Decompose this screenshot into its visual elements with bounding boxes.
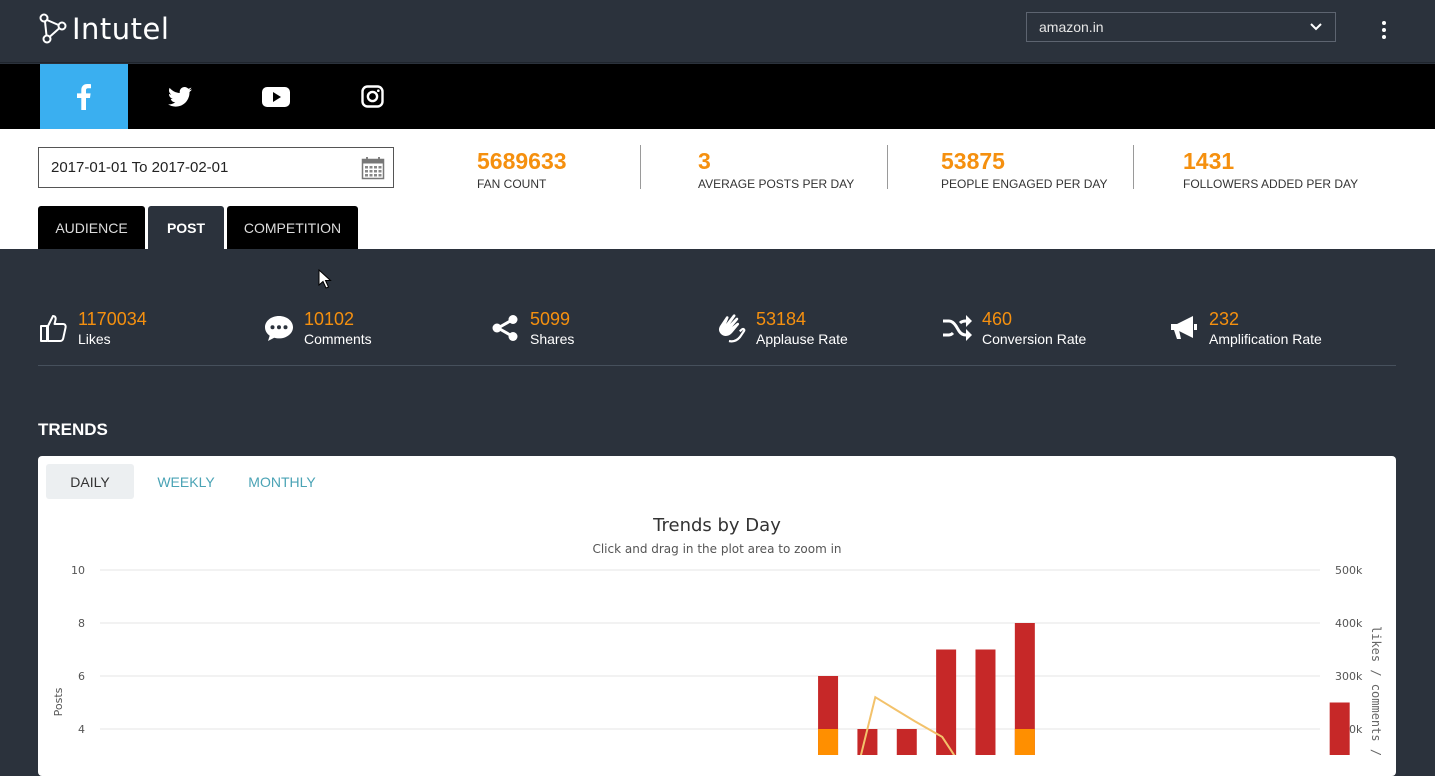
y-axis-tick-label: 10 xyxy=(71,564,85,577)
y2-axis-label: likes / comments / sh xyxy=(1369,626,1383,755)
tab-audience[interactable]: AUDIENCE xyxy=(38,206,145,249)
stat-label: AVERAGE POSTS PER DAY xyxy=(698,177,855,191)
metric-applause-rate: 53184 Applause Rate xyxy=(716,309,848,347)
tab-instagram[interactable] xyxy=(328,64,416,129)
stat-divider xyxy=(640,145,641,189)
y-axis-label: Posts xyxy=(52,687,65,716)
y2-axis-tick-label: 500k xyxy=(1335,564,1363,577)
date-range-value: 2017-01-01 To 2017-02-01 xyxy=(51,159,229,176)
metric-comments: 10102 Comments xyxy=(264,309,372,347)
metric-label: Comments xyxy=(304,331,372,347)
metric-shares: 5099 Shares xyxy=(490,309,574,347)
stat-people-engaged: 53875 PEOPLE ENGAGED PER DAY xyxy=(941,148,1108,191)
stat-label: FOLLOWERS ADDED PER DAY xyxy=(1183,177,1359,191)
section-divider xyxy=(38,365,1396,366)
metric-amplification-rate: 232 Amplification Rate xyxy=(1169,309,1322,347)
y-axis-tick-label: 8 xyxy=(78,617,85,630)
top-bar: Intutel amazon.in xyxy=(0,0,1435,63)
stat-label: FAN COUNT xyxy=(477,177,547,191)
shuffle-icon xyxy=(943,315,972,341)
site-select-value: amazon.in xyxy=(1039,19,1104,35)
tab-monthly[interactable]: MONTHLY xyxy=(238,464,326,499)
metric-value: 1170034 xyxy=(78,309,147,329)
comment-icon xyxy=(265,316,293,341)
facebook-icon xyxy=(77,83,91,110)
stat-average-posts: 3 AVERAGE POSTS PER DAY xyxy=(698,148,854,191)
stat-divider xyxy=(1133,145,1134,189)
y2-axis-tick-label: 300k xyxy=(1335,670,1363,683)
stat-value: 3 xyxy=(698,148,711,174)
stat-divider xyxy=(887,145,888,189)
metric-label: Shares xyxy=(530,331,575,347)
tab-weekly[interactable]: WEEKLY xyxy=(150,464,222,499)
metric-label: Conversion Rate xyxy=(982,331,1087,347)
y2-axis-tick-label: 400k xyxy=(1335,617,1363,630)
stat-fan-count: 5689633 FAN COUNT xyxy=(477,148,567,191)
metric-value: 5099 xyxy=(530,309,571,329)
stat-value: 5689633 xyxy=(477,148,567,174)
metric-value: 232 xyxy=(1209,309,1240,329)
stat-followers-added: 1431 FOLLOWERS ADDED PER DAY xyxy=(1183,148,1358,191)
metric-conversion-rate: 460 Conversion Rate xyxy=(942,309,1086,347)
y-axis-tick-label: 4 xyxy=(78,723,85,736)
share-icon xyxy=(492,315,518,341)
tab-youtube[interactable] xyxy=(232,64,320,129)
metric-label: Likes xyxy=(78,331,111,347)
twitter-icon xyxy=(168,86,192,107)
brand-name: Intutel xyxy=(72,12,170,46)
stat-value: 1431 xyxy=(1183,148,1235,174)
trends-chart[interactable]: 10500k8400k6300k4200kPostslikes / commen… xyxy=(38,556,1396,755)
chart-bar xyxy=(975,649,996,755)
metric-likes: 1170034 Likes xyxy=(38,309,147,347)
tab-competition[interactable]: COMPETITION xyxy=(227,206,358,249)
network-logo-icon xyxy=(39,13,67,44)
chart-bar xyxy=(936,649,957,755)
metric-label: Applause Rate xyxy=(756,331,848,347)
tab-twitter[interactable] xyxy=(136,64,224,129)
thumbs-up-icon xyxy=(40,315,67,342)
calendar-icon[interactable] xyxy=(361,156,385,180)
stat-value: 53875 xyxy=(941,148,1005,174)
date-range-input[interactable]: 2017-01-01 To 2017-02-01 xyxy=(38,147,394,188)
stat-label: PEOPLE ENGAGED PER DAY xyxy=(941,177,1108,191)
metric-value: 53184 xyxy=(756,309,807,329)
metric-value: 10102 xyxy=(304,309,355,329)
tab-daily[interactable]: DAILY xyxy=(46,464,134,499)
tab-facebook[interactable] xyxy=(40,64,128,129)
tab-post[interactable]: POST xyxy=(148,206,224,249)
trends-heading: TRENDS xyxy=(38,420,108,439)
y-axis-tick-label: 6 xyxy=(78,670,85,683)
instagram-icon xyxy=(360,85,384,108)
brand-logo[interactable]: Intutel xyxy=(38,12,169,46)
chart-bar xyxy=(896,729,917,755)
chart-bar-segment xyxy=(818,729,839,755)
site-select[interactable]: amazon.in xyxy=(1026,12,1336,42)
metric-value: 460 xyxy=(982,309,1013,329)
chevron-down-icon xyxy=(1310,23,1322,31)
chart-subtitle: Click and drag in the plot area to zoom … xyxy=(592,542,842,556)
chart-bar xyxy=(1329,702,1350,755)
metric-label: Amplification Rate xyxy=(1209,331,1322,347)
youtube-icon xyxy=(262,86,290,107)
applause-hands-icon xyxy=(718,314,746,343)
chart-title: Trends by Day xyxy=(653,515,781,536)
more-menu-icon[interactable] xyxy=(1376,18,1392,42)
mouse-cursor-icon xyxy=(318,269,332,289)
chart-bar-segment xyxy=(1014,729,1035,755)
megaphone-icon xyxy=(1171,316,1197,339)
social-network-bar xyxy=(0,64,1435,129)
